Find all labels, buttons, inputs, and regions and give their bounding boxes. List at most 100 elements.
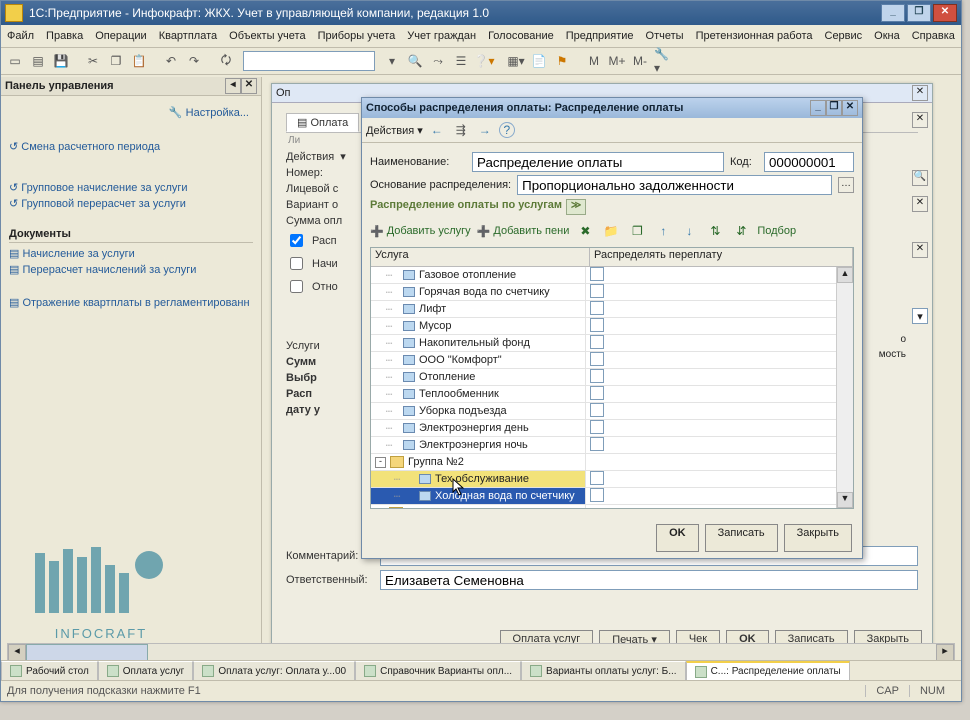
table-row[interactable]: Не распределять: [371, 505, 853, 508]
overpay-checkbox[interactable]: [590, 386, 604, 400]
restore-button[interactable]: ❐: [907, 4, 931, 22]
overpay-checkbox[interactable]: [590, 369, 604, 383]
table-row[interactable]: ┈Электроэнергия ночь: [371, 437, 853, 454]
m-minus-button[interactable]: M-: [630, 51, 650, 71]
overpay-checkbox[interactable]: [590, 267, 604, 281]
scroll-up-icon[interactable]: ▲: [837, 267, 853, 283]
overpay-checkbox[interactable]: [590, 335, 604, 349]
nav-back-icon[interactable]: ←: [427, 120, 447, 140]
podbor-button[interactable]: Подбор: [757, 225, 796, 237]
flag-icon[interactable]: ⚑: [552, 51, 572, 71]
panel-config-link[interactable]: 🔧 Настройка...: [169, 106, 249, 119]
dropdown-icon[interactable]: ▾: [382, 51, 402, 71]
menu-item[interactable]: Отчеты: [646, 30, 684, 42]
grid-scrollbar[interactable]: ▲ ▼: [836, 267, 853, 508]
copy-icon[interactable]: ❐: [106, 51, 126, 71]
window-tab[interactable]: Варианты оплаты услуг: Б...: [521, 661, 686, 681]
add-service-button[interactable]: ➕ Добавить услугу: [370, 225, 471, 238]
table-row[interactable]: ┈ООО "Комфорт": [371, 352, 853, 369]
basis-input[interactable]: [517, 175, 832, 195]
save-icon[interactable]: 💾: [51, 51, 71, 71]
link-change-period[interactable]: ↺ Смена расчетного периода: [9, 140, 253, 153]
menu-item[interactable]: Объекты учета: [229, 30, 305, 42]
name-input[interactable]: [472, 152, 724, 172]
dlg-actions-menu[interactable]: Действия ▾: [366, 124, 423, 137]
overpay-checkbox[interactable]: [590, 301, 604, 315]
open-icon[interactable]: ▤: [28, 51, 48, 71]
menu-item[interactable]: Приборы учета: [318, 30, 396, 42]
table-row[interactable]: ┈Отопление: [371, 369, 853, 386]
overpay-checkbox[interactable]: [590, 488, 604, 502]
table-row[interactable]: ┈Тех обслуживание: [371, 471, 853, 488]
menu-item[interactable]: Файл: [7, 30, 34, 42]
move-up-icon[interactable]: ↑: [653, 221, 673, 241]
chk-rasp[interactable]: [290, 234, 303, 247]
window-tab[interactable]: Оплата услуг: [98, 661, 194, 681]
menu-item[interactable]: Предприятие: [566, 30, 634, 42]
overpay-checkbox[interactable]: [590, 318, 604, 332]
basis-select-button[interactable]: …: [838, 177, 854, 193]
col-overpay[interactable]: Распределять переплату: [590, 248, 853, 266]
collapse-icon[interactable]: -: [375, 457, 386, 468]
link-reflect-rent[interactable]: ▤ Отражение квартплаты в регламентирован…: [9, 296, 253, 309]
dlg-ok-button[interactable]: OK: [656, 524, 699, 552]
grid-icon[interactable]: ▦▾: [506, 51, 526, 71]
sort-asc-icon[interactable]: ⇅: [705, 221, 725, 241]
menu-item[interactable]: Квартплата: [159, 30, 217, 42]
list-icon[interactable]: ☰: [451, 51, 471, 71]
table-row[interactable]: ┈Накопительный фонд: [371, 335, 853, 352]
menu-item[interactable]: Голосование: [488, 30, 554, 42]
find-icon[interactable]: 🔍: [405, 51, 425, 71]
actions-menu[interactable]: Действия: [286, 151, 334, 163]
help-tip-icon[interactable]: ❔▾: [474, 51, 494, 71]
add-peni-button[interactable]: ➕ Добавить пени: [477, 225, 570, 238]
window-tab[interactable]: С...: Распределение оплаты: [686, 661, 850, 681]
col-service[interactable]: Услуга: [371, 248, 590, 266]
horizontal-scrollbar[interactable]: ◂ ▸: [7, 643, 955, 661]
pw-close-button[interactable]: ✕: [912, 85, 928, 101]
menu-item[interactable]: Справка: [912, 30, 955, 42]
redo-icon[interactable]: ↷: [184, 51, 204, 71]
panel-close-button[interactable]: ✕: [241, 78, 257, 94]
del-row-icon[interactable]: ✖: [575, 221, 595, 241]
new-icon[interactable]: ▭: [5, 51, 25, 71]
folder-icon[interactable]: 📁: [601, 221, 621, 241]
inner-close-2[interactable]: ✕: [912, 196, 928, 212]
nav-go-icon[interactable]: ⇶: [451, 120, 471, 140]
link-group-recalc[interactable]: ↺ Групповой перерасчет за услуги: [9, 197, 253, 210]
code-input[interactable]: [764, 152, 854, 172]
nav-forward-icon[interactable]: →: [475, 120, 495, 140]
overpay-checkbox[interactable]: [590, 284, 604, 298]
close-button[interactable]: ✕: [933, 4, 957, 22]
table-row[interactable]: ┈Теплообменник: [371, 386, 853, 403]
inner-close-1[interactable]: ✕: [912, 112, 928, 128]
window-tab[interactable]: Справочник Варианты опл...: [355, 661, 521, 681]
overpay-checkbox[interactable]: [590, 420, 604, 434]
table-row[interactable]: ┈Газовое отопление: [371, 267, 853, 284]
paste-icon[interactable]: 📋: [129, 51, 149, 71]
table-row[interactable]: ┈Горячая вода по счетчику: [371, 284, 853, 301]
panel-pin-button[interactable]: ◂: [225, 78, 241, 94]
dlg-write-button[interactable]: Записать: [705, 524, 778, 552]
dlg-min-button[interactable]: _: [810, 100, 826, 116]
dlg-max-button[interactable]: ❐: [826, 100, 842, 116]
dlg-close-btn[interactable]: Закрыть: [784, 524, 852, 552]
wrench-icon[interactable]: 🔧▾: [653, 51, 673, 71]
menu-item[interactable]: Претензионная работа: [696, 30, 813, 42]
inner-close-3[interactable]: ✕: [912, 242, 928, 258]
chk-nachi[interactable]: [290, 257, 303, 270]
link-group-charge[interactable]: ↺ Групповое начисление за услуги: [9, 181, 253, 194]
refresh-icon[interactable]: 🗘: [216, 51, 236, 71]
m-button[interactable]: M: [584, 51, 604, 71]
link-charge-services[interactable]: ▤ Начисление за услуги: [9, 247, 253, 260]
cut-icon[interactable]: ✂: [83, 51, 103, 71]
menu-item[interactable]: Окна: [874, 30, 900, 42]
overpay-checkbox[interactable]: [590, 403, 604, 417]
find-next-icon[interactable]: ⤳: [428, 51, 448, 71]
table-row[interactable]: -Группа №2: [371, 454, 853, 471]
overpay-checkbox[interactable]: [590, 471, 604, 485]
table-row[interactable]: ┈Лифт: [371, 301, 853, 318]
menu-item[interactable]: Учет граждан: [407, 30, 476, 42]
overpay-checkbox[interactable]: [590, 352, 604, 366]
window-tab[interactable]: Оплата услуг: Оплата у...00: [193, 661, 355, 681]
